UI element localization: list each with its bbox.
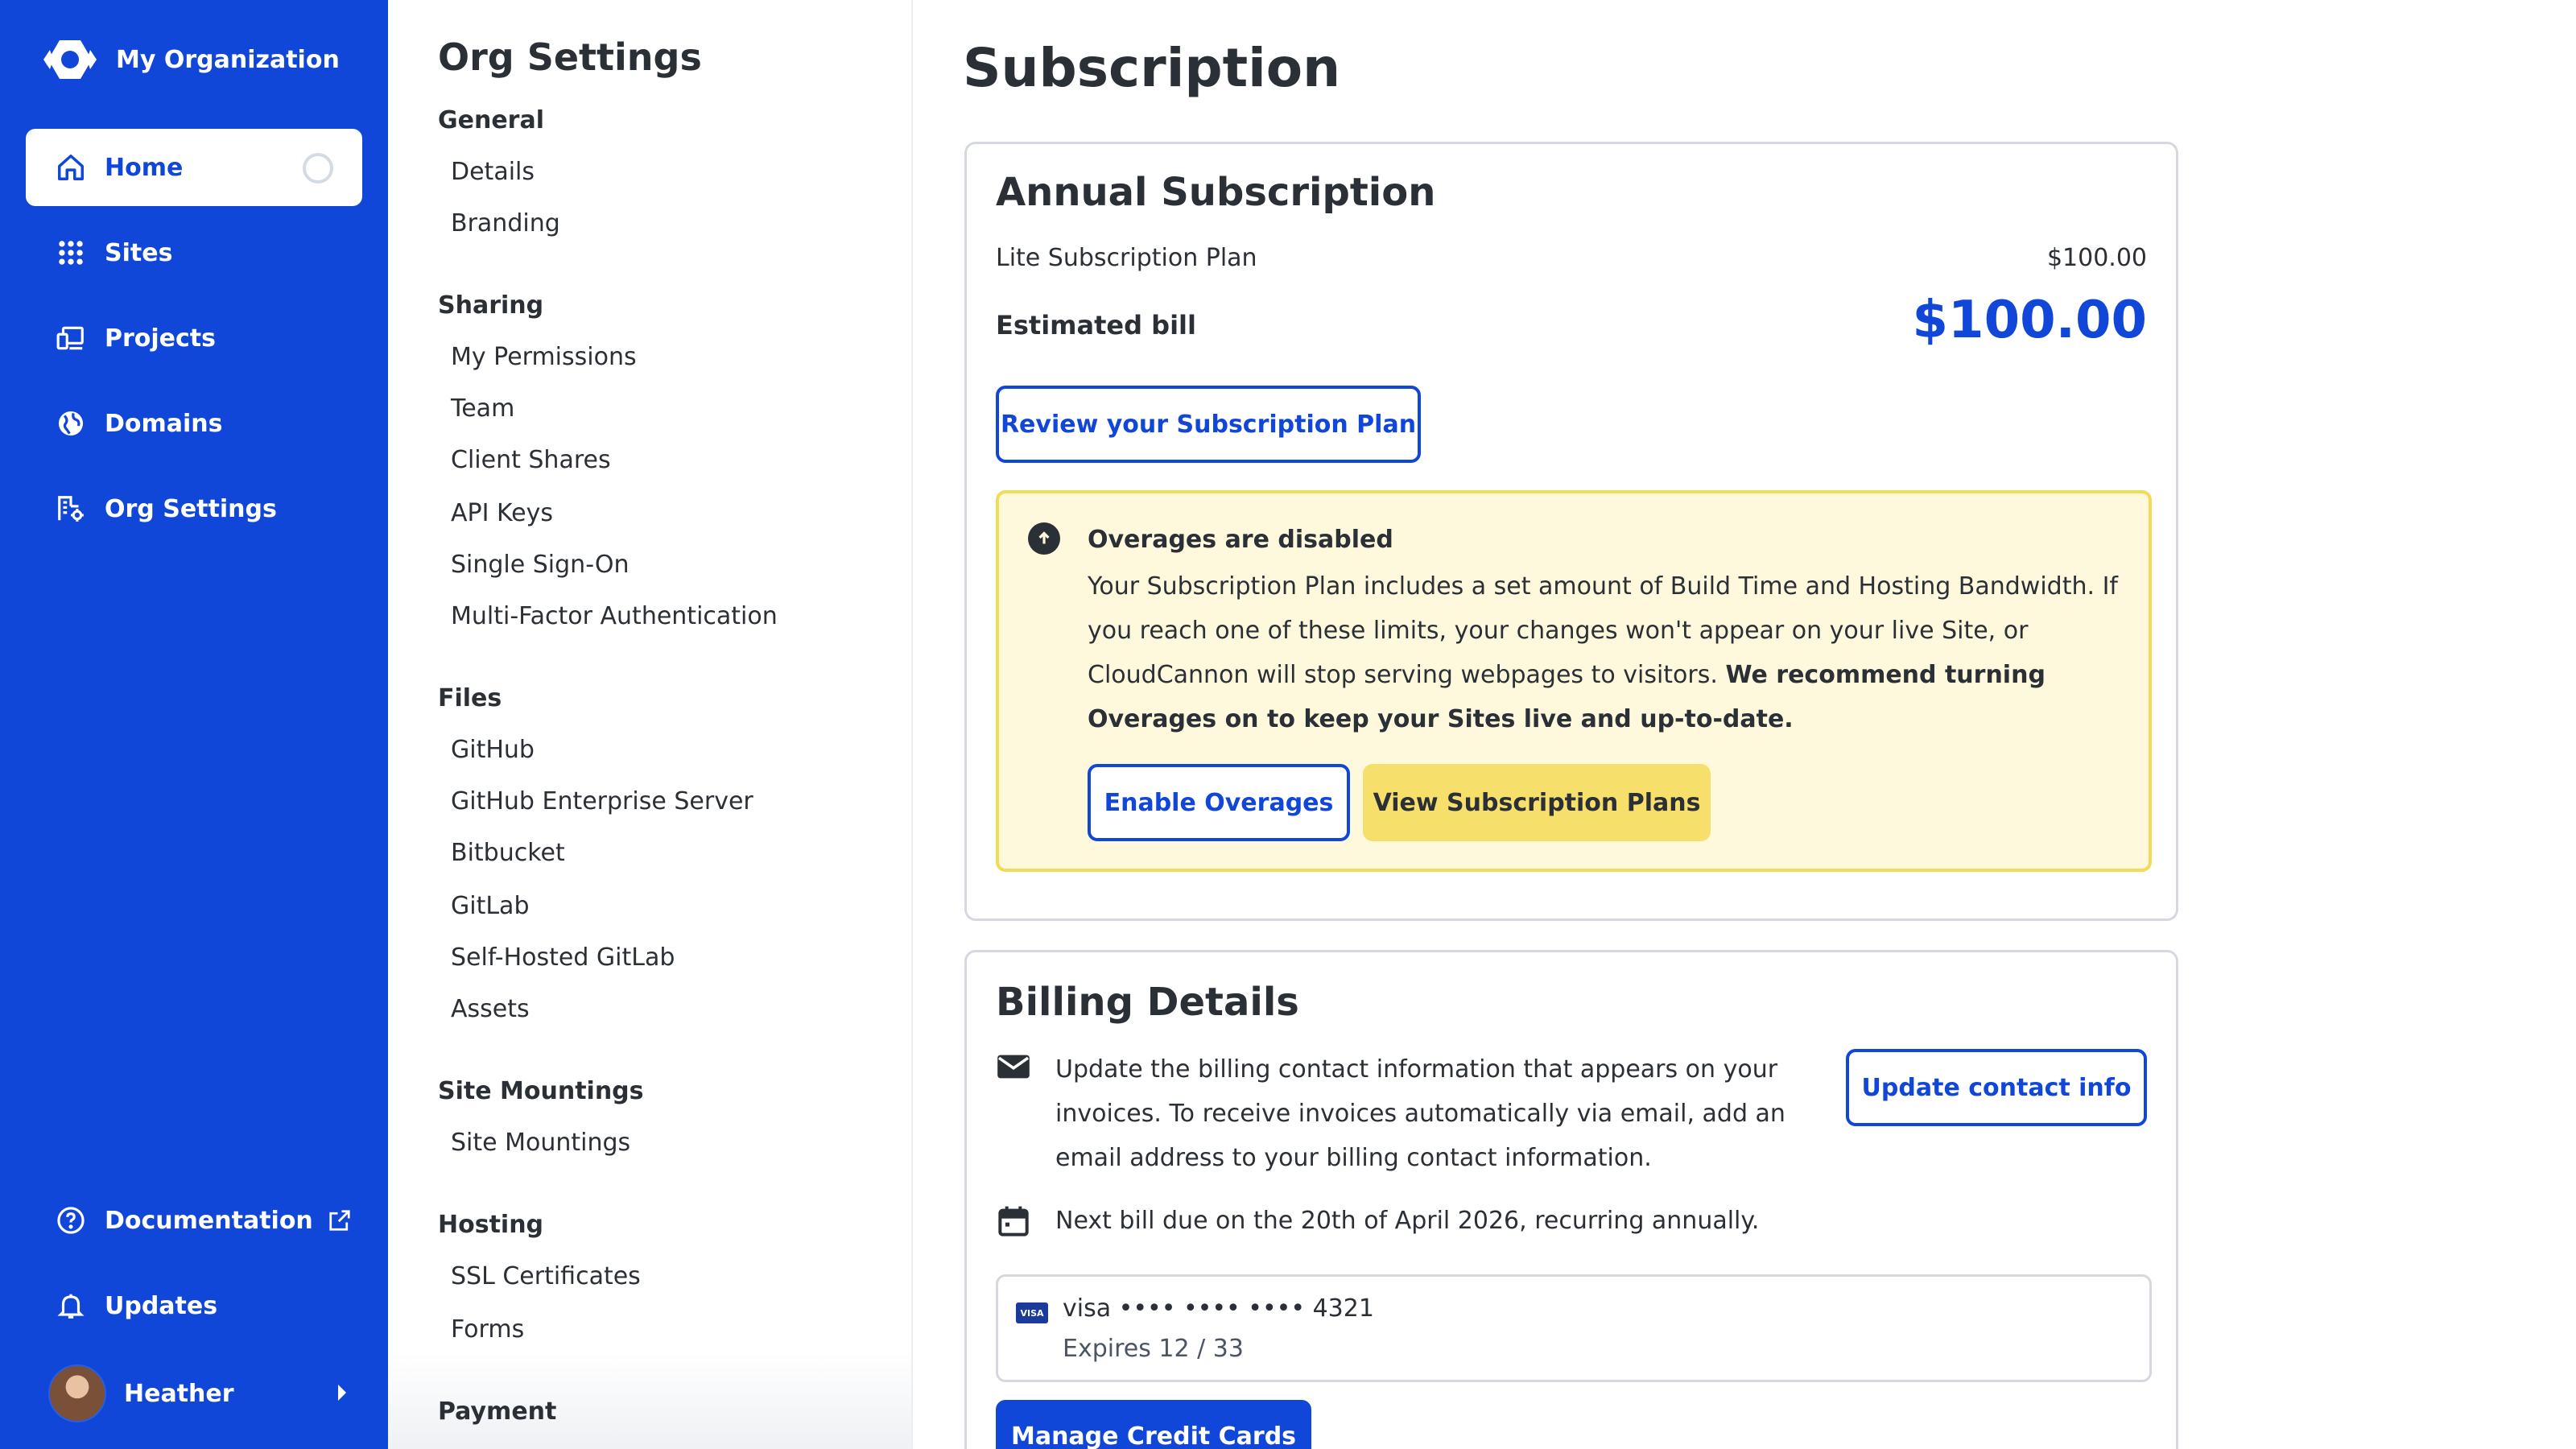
settings-link-self-hosted-gitlab[interactable]: Self-Hosted GitLab	[451, 943, 675, 972]
settings-link-ssl-certificates[interactable]: SSL Certificates	[451, 1262, 641, 1290]
alert-title: Overages are disabled	[1088, 526, 1393, 554]
nav-item-label: Org Settings	[105, 494, 277, 523]
settings-link-team[interactable]: Team	[451, 394, 514, 423]
nav-item-label: Home	[105, 153, 184, 182]
building-settings-icon	[55, 493, 87, 525]
nav-item-label: Domains	[105, 409, 223, 438]
credit-card-item: VISA visa •••• •••• •••• 4321 Expires 12…	[996, 1274, 2152, 1382]
view-subscription-plans-button[interactable]: View Subscription Plans	[1363, 764, 1711, 841]
nav-item-label: Updates	[105, 1291, 218, 1320]
card-title: Annual Subscription	[996, 170, 1436, 215]
alert-text: Your Subscription Plan includes a set am…	[1088, 564, 2126, 741]
external-link-icon	[329, 1210, 350, 1231]
card-expiry: Expires 12 / 33	[1063, 1335, 1244, 1363]
calendar-icon	[998, 1206, 1029, 1236]
settings-section-title: Site Mountings	[438, 1077, 644, 1105]
nav-item-documentation[interactable]: Documentation	[26, 1182, 362, 1259]
settings-section-title: General	[438, 106, 544, 134]
annual-subscription-card: Annual Subscription Lite Subscription Pl…	[964, 142, 2178, 921]
settings-link-gitlab[interactable]: GitLab	[451, 892, 530, 920]
settings-link-single-sign-on[interactable]: Single Sign-On	[451, 551, 629, 579]
help-circle-icon	[55, 1204, 87, 1236]
settings-link-github-enterprise[interactable]: GitHub Enterprise Server	[451, 787, 753, 815]
review-subscription-button[interactable]: Review your Subscription Plan	[996, 386, 1421, 463]
settings-link-forms[interactable]: Forms	[451, 1315, 524, 1344]
globe-icon	[55, 407, 87, 440]
settings-link-my-permissions[interactable]: My Permissions	[451, 343, 637, 371]
estimated-bill-label: Estimated bill	[996, 310, 1196, 341]
settings-link-assets[interactable]: Assets	[451, 995, 530, 1023]
manage-credit-cards-button[interactable]: Manage Credit Cards	[996, 1400, 1311, 1449]
enable-overages-button[interactable]: Enable Overages	[1088, 764, 1350, 841]
arrow-up-circle-icon	[1028, 522, 1060, 555]
bell-icon	[55, 1290, 87, 1322]
plan-price: $100.00	[2046, 244, 2147, 272]
user-name: Heather	[124, 1379, 234, 1408]
home-icon	[55, 151, 87, 184]
card-title: Billing Details	[996, 980, 1299, 1025]
devices-icon	[55, 322, 87, 354]
grid-icon	[55, 237, 87, 269]
settings-section-title: Files	[438, 684, 502, 712]
settings-link-details[interactable]: Details	[451, 158, 535, 186]
settings-link-client-shares[interactable]: Client Shares	[451, 446, 611, 474]
next-bill-text: Next bill due on the 20th of April 2026,…	[1055, 1207, 1760, 1235]
billing-details-card: Billing Details Update the billing conta…	[964, 950, 2178, 1449]
caret-right-icon	[338, 1385, 346, 1401]
settings-menu: Org Settings General Details Branding Sh…	[388, 0, 913, 1449]
page-title: Subscription	[963, 37, 1341, 99]
settings-link-site-mountings[interactable]: Site Mountings	[451, 1129, 630, 1157]
settings-section-title: Sharing	[438, 291, 544, 320]
avatar	[48, 1364, 106, 1422]
mail-icon	[997, 1055, 1030, 1079]
loading-spinner-icon	[303, 153, 333, 184]
estimated-bill-value: $100.00	[1912, 291, 2148, 350]
org-name: My Organization	[116, 45, 340, 74]
settings-link-bitbucket[interactable]: Bitbucket	[451, 839, 565, 867]
settings-link-branding[interactable]: Branding	[451, 209, 560, 237]
card-number: visa •••• •••• •••• 4321	[1063, 1294, 1374, 1323]
org-switcher[interactable]: My Organization	[42, 35, 340, 84]
nav-item-home[interactable]: Home	[26, 129, 362, 206]
overages-alert: Overages are disabled Your Subscription …	[996, 490, 2152, 872]
primary-nav: My Organization Home Sites Projects Doma…	[0, 0, 388, 1449]
user-menu[interactable]: Heather	[48, 1364, 354, 1423]
settings-link-api-keys[interactable]: API Keys	[451, 499, 553, 527]
visa-card-icon: VISA	[1016, 1302, 1048, 1323]
settings-link-mfa[interactable]: Multi-Factor Authentication	[451, 602, 778, 630]
nav-item-label: Documentation	[105, 1206, 313, 1235]
nav-item-label: Sites	[105, 238, 173, 267]
cloudcannon-logo-icon	[43, 40, 97, 79]
billing-contact-text: Update the billing contact information t…	[1055, 1055, 1785, 1172]
nav-item-updates[interactable]: Updates	[26, 1267, 362, 1344]
settings-section-title: Hosting	[438, 1211, 544, 1239]
nav-item-domains[interactable]: Domains	[26, 385, 362, 462]
update-contact-info-button[interactable]: Update contact info	[1846, 1049, 2147, 1126]
nav-item-label: Projects	[105, 324, 217, 353]
nav-item-org-settings[interactable]: Org Settings	[26, 470, 362, 547]
settings-section-title: Payment	[438, 1397, 557, 1426]
settings-title: Org Settings	[438, 35, 702, 79]
settings-link-github[interactable]: GitHub	[451, 736, 535, 764]
nav-item-projects[interactable]: Projects	[26, 299, 362, 377]
plan-label: Lite Subscription Plan	[996, 244, 1257, 272]
nav-item-sites[interactable]: Sites	[26, 214, 362, 291]
